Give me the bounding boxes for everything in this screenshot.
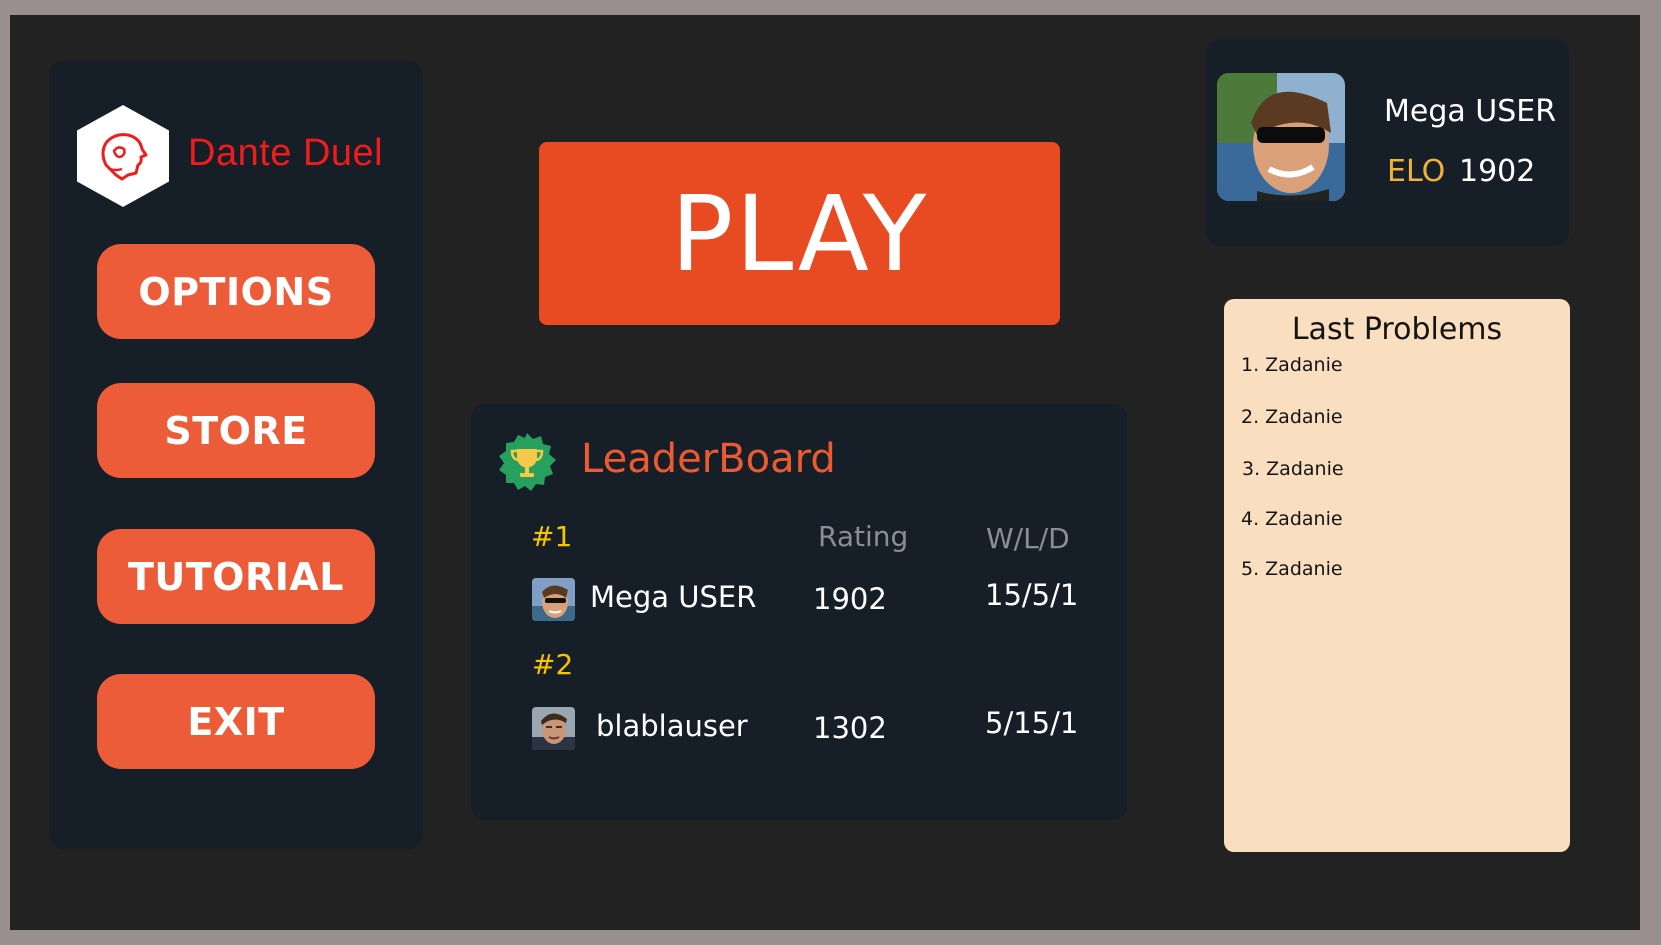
leaderboard-panel: LeaderBoard Rating W/L/D #1 Mega USER 19… (471, 404, 1127, 820)
list-item[interactable]: 5. Zadanie (1241, 558, 1343, 580)
exit-button[interactable]: EXIT (97, 674, 375, 769)
list-item[interactable]: 4. Zadanie (1241, 508, 1343, 530)
sidebar: Dante Duel OPTIONS STORE TUTORIAL EXIT (49, 61, 423, 849)
player-rating: 1302 (813, 711, 887, 745)
play-button[interactable]: PLAY (539, 142, 1060, 325)
tutorial-button[interactable]: TUTORIAL (97, 529, 375, 624)
last-problems-panel: Last Problems 1. Zadanie 2. Zadanie 3. Z… (1224, 299, 1570, 852)
list-item[interactable]: 3. Zadanie (1242, 458, 1344, 480)
profile-name: Mega USER (1384, 94, 1557, 129)
avatar (532, 578, 575, 621)
rank-label: #2 (532, 648, 574, 681)
list-item[interactable]: 1. Zadanie (1241, 354, 1343, 376)
last-problems-title: Last Problems (1291, 312, 1503, 347)
player-wld: 15/5/1 (985, 578, 1079, 612)
logo-icon (77, 105, 169, 207)
elo-label: ELO (1387, 154, 1446, 189)
store-button[interactable]: STORE (97, 383, 375, 478)
list-item[interactable]: 2. Zadanie (1241, 406, 1343, 428)
profile-card[interactable]: Mega USER ELO 1902 (1206, 39, 1569, 246)
main-menu-screen: Dante Duel OPTIONS STORE TUTORIAL EXIT P… (10, 15, 1640, 930)
trophy-icon (496, 431, 558, 493)
rating-column-header: Rating (818, 520, 909, 553)
avatar (1217, 73, 1345, 201)
rank-label: #1 (531, 520, 573, 553)
elo-value: 1902 (1459, 154, 1536, 189)
player-wld: 5/15/1 (985, 706, 1079, 740)
player-rating: 1902 (813, 582, 887, 616)
options-button[interactable]: OPTIONS (97, 244, 375, 339)
wld-column-header: W/L/D (986, 522, 1070, 555)
leaderboard-title: LeaderBoard (581, 436, 836, 482)
player-name: blablauser (596, 709, 748, 743)
player-name: Mega USER (590, 580, 757, 614)
brand-title: Dante Duel (188, 132, 384, 174)
avatar (532, 707, 575, 750)
